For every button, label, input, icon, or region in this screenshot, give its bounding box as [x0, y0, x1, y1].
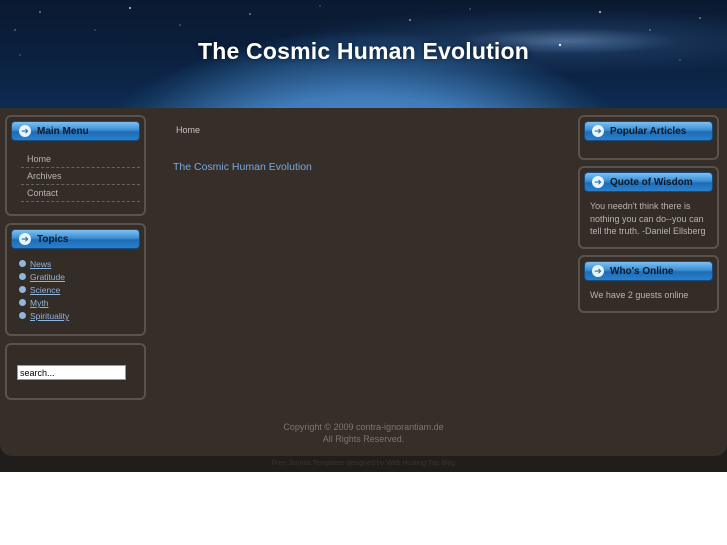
copyright-text: Copyright © 2009 contra-ignorantiam.de — [283, 422, 444, 432]
menu-item-home[interactable]: Home — [21, 151, 140, 168]
popular-articles-title: Popular Articles — [610, 126, 687, 137]
topic-science[interactable]: Science — [19, 284, 60, 296]
topic-label[interactable]: News — [30, 259, 51, 269]
circle-arrow-icon: ➔ — [19, 233, 31, 245]
breadcrumb[interactable]: Home — [176, 125, 200, 135]
bullet-icon — [19, 273, 26, 281]
template-credit[interactable]: Free Joomla Templates designed by Web Ho… — [0, 460, 727, 467]
quote-module: ➔ Quote of Wisdom You needn't think ther… — [578, 166, 719, 249]
menu-item-archives[interactable]: Archives — [21, 168, 140, 185]
topics-module: ➔ Topics News Gratitude Science Myth Spi… — [5, 223, 146, 336]
topics-title: Topics — [37, 234, 69, 245]
whos-online-header: ➔ Who's Online — [584, 261, 713, 281]
topic-label[interactable]: Gratitude — [30, 272, 65, 282]
rights-text: All Rights Reserved. — [322, 434, 405, 444]
page-title[interactable]: The Cosmic Human Evolution — [173, 161, 312, 173]
circle-arrow-icon: ➔ — [592, 125, 604, 137]
circle-arrow-icon: ➔ — [592, 176, 604, 188]
quote-text: You needn't think there is nothing you c… — [590, 201, 706, 236]
topic-label[interactable]: Science — [30, 285, 60, 295]
topic-gratitude[interactable]: Gratitude — [19, 271, 65, 283]
topic-myth[interactable]: Myth — [19, 297, 48, 309]
popular-articles-module: ➔ Popular Articles — [578, 115, 719, 160]
whos-online-title: Who's Online — [610, 266, 674, 277]
page: The Cosmic Human Evolution ➔ Main Menu H… — [0, 0, 727, 472]
bullet-icon — [19, 299, 26, 307]
quote-header: ➔ Quote of Wisdom — [584, 172, 713, 192]
topic-spirituality[interactable]: Spirituality — [19, 310, 69, 322]
topic-news[interactable]: News — [19, 258, 51, 270]
bullet-icon — [19, 312, 26, 320]
main-menu-title: Main Menu — [37, 126, 89, 137]
search-input[interactable] — [17, 365, 126, 380]
main-menu-module: ➔ Main Menu Home Archives Contact — [5, 115, 146, 216]
bullet-icon — [19, 260, 26, 268]
header-banner: The Cosmic Human Evolution — [0, 0, 727, 108]
whos-online-text: We have 2 guests online — [590, 290, 689, 300]
site-title[interactable]: The Cosmic Human Evolution — [0, 38, 727, 65]
main-menu-header: ➔ Main Menu — [11, 121, 140, 141]
circle-arrow-icon: ➔ — [592, 265, 604, 277]
menu-item-contact[interactable]: Contact — [21, 185, 140, 202]
topic-label[interactable]: Spirituality — [30, 311, 69, 321]
popular-articles-header: ➔ Popular Articles — [584, 121, 713, 141]
topic-label[interactable]: Myth — [30, 298, 48, 308]
circle-arrow-icon: ➔ — [19, 125, 31, 137]
topics-header: ➔ Topics — [11, 229, 140, 249]
quote-title: Quote of Wisdom — [610, 177, 693, 188]
whos-online-module: ➔ Who's Online We have 2 guests online — [578, 255, 719, 313]
bullet-icon — [19, 286, 26, 294]
footer: Copyright © 2009 contra-ignorantiam.de A… — [0, 421, 727, 445]
search-module — [5, 343, 146, 400]
